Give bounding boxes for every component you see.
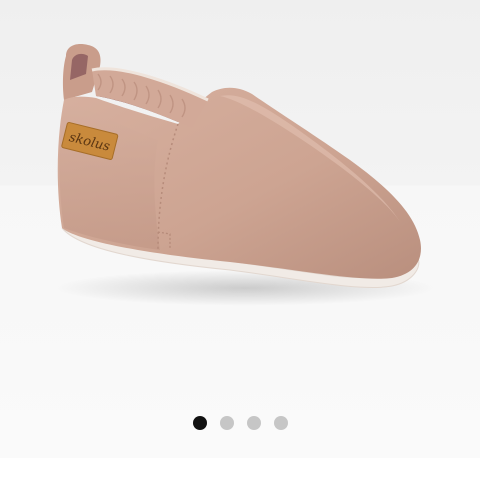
carousel-pagination — [0, 416, 480, 430]
carousel-dot-2[interactable] — [219, 416, 234, 430]
page-bottom-strip — [0, 458, 480, 480]
product-image-gallery[interactable]: skolus — [0, 0, 480, 458]
carousel-dot-3[interactable] — [246, 416, 261, 430]
carousel-dot-1[interactable] — [192, 416, 207, 430]
product-image[interactable]: skolus — [0, 0, 480, 400]
carousel-dot-4[interactable] — [273, 416, 288, 430]
